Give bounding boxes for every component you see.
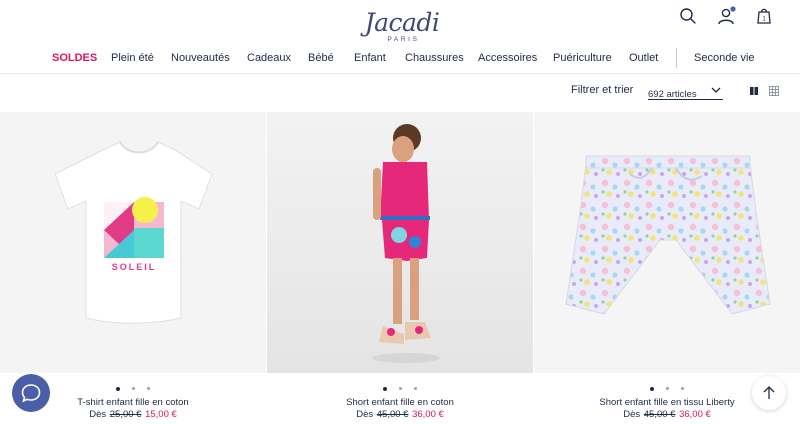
logo-wordmark: Jacadi: [364, 8, 440, 37]
carousel-dot[interactable]: [414, 387, 417, 391]
product-card[interactable]: Short enfant fille en coton Dès 45,00 € …: [267, 112, 533, 424]
product-name[interactable]: Short enfant fille en coton: [267, 397, 533, 409]
arrow-up-icon: [763, 386, 775, 399]
sale-price: 15,00 €: [145, 409, 177, 420]
nav-divider: [676, 48, 677, 68]
product-image-girl-short[interactable]: [267, 112, 533, 373]
carousel-dot[interactable]: [383, 386, 387, 391]
nav-item-seconde-vie[interactable]: Seconde vie: [694, 52, 755, 65]
back-to-top-button[interactable]: [752, 376, 786, 410]
chat-bubble-icon: [21, 384, 41, 403]
old-price: 45,00 €: [643, 409, 676, 420]
article-count-select[interactable]: 692 articles: [648, 84, 723, 100]
nav-item-accessoires[interactable]: Accessoires: [478, 52, 537, 65]
price-prefix: Dès: [623, 409, 641, 420]
nav-item-outlet[interactable]: Outlet: [629, 52, 658, 65]
grid-view-icon[interactable]: [769, 86, 779, 96]
nav-item-enfant[interactable]: Enfant: [354, 52, 386, 65]
price-prefix: Dès: [89, 409, 107, 420]
filter-sort-button[interactable]: Filtrer et trier: [571, 84, 633, 97]
article-count: 692 articles: [648, 89, 697, 100]
old-price: 25,00 €: [109, 409, 142, 420]
nav-item-chaussures[interactable]: Chaussures: [405, 52, 464, 65]
product-price: Dès 45,00 € 36,00 €: [267, 409, 533, 421]
cart-count: 1: [762, 17, 766, 23]
tshirt-print-text: SOLEIL: [112, 262, 157, 272]
nav-item-bebe[interactable]: Bébé: [308, 52, 334, 65]
product-image-tshirt[interactable]: SOLEIL: [0, 112, 266, 373]
chat-button[interactable]: [12, 374, 50, 412]
filter-bar: Filtrer et trier 692 articles: [0, 74, 800, 112]
old-price: 45,00 €: [376, 409, 409, 420]
nav-item-plein-ete[interactable]: Plein été: [111, 52, 154, 65]
image-carousel-dots[interactable]: [267, 380, 533, 391]
nav-item-cadeaux[interactable]: Cadeaux: [247, 52, 291, 65]
carousel-dot[interactable]: [132, 387, 135, 391]
site-header: Jacadi PARIS 1 SOLDES Plein été Nouveaut…: [0, 0, 800, 74]
nav-item-puericulture[interactable]: Puériculture: [553, 52, 612, 65]
carousel-dot[interactable]: [147, 387, 150, 391]
account-icon[interactable]: [716, 6, 736, 26]
carousel-dot[interactable]: [666, 387, 669, 391]
list-view-icon[interactable]: [749, 86, 759, 96]
search-icon[interactable]: [678, 6, 698, 26]
cart-icon[interactable]: 1: [754, 6, 774, 26]
logo-subtitle: PARIS: [387, 36, 420, 43]
product-image-liberty-short[interactable]: [534, 112, 800, 373]
chevron-down-icon: [711, 87, 721, 93]
sale-price: 36,00 €: [412, 409, 444, 420]
price-prefix: Dès: [356, 409, 374, 420]
carousel-dot[interactable]: [116, 386, 120, 391]
product-price: Dès 45,00 € 36,00 €: [534, 409, 800, 421]
carousel-dot[interactable]: [681, 387, 684, 391]
main-nav: SOLDES Plein été Nouveautés Cadeaux Bébé…: [0, 48, 800, 68]
nav-item-nouveautes[interactable]: Nouveautés: [171, 52, 230, 65]
brand-logo[interactable]: Jacadi PARIS: [362, 9, 442, 44]
carousel-dot[interactable]: [399, 387, 402, 391]
sale-price: 36,00 €: [679, 409, 711, 420]
nav-item-soldes[interactable]: SOLDES: [52, 52, 97, 65]
carousel-dot[interactable]: [650, 386, 654, 391]
